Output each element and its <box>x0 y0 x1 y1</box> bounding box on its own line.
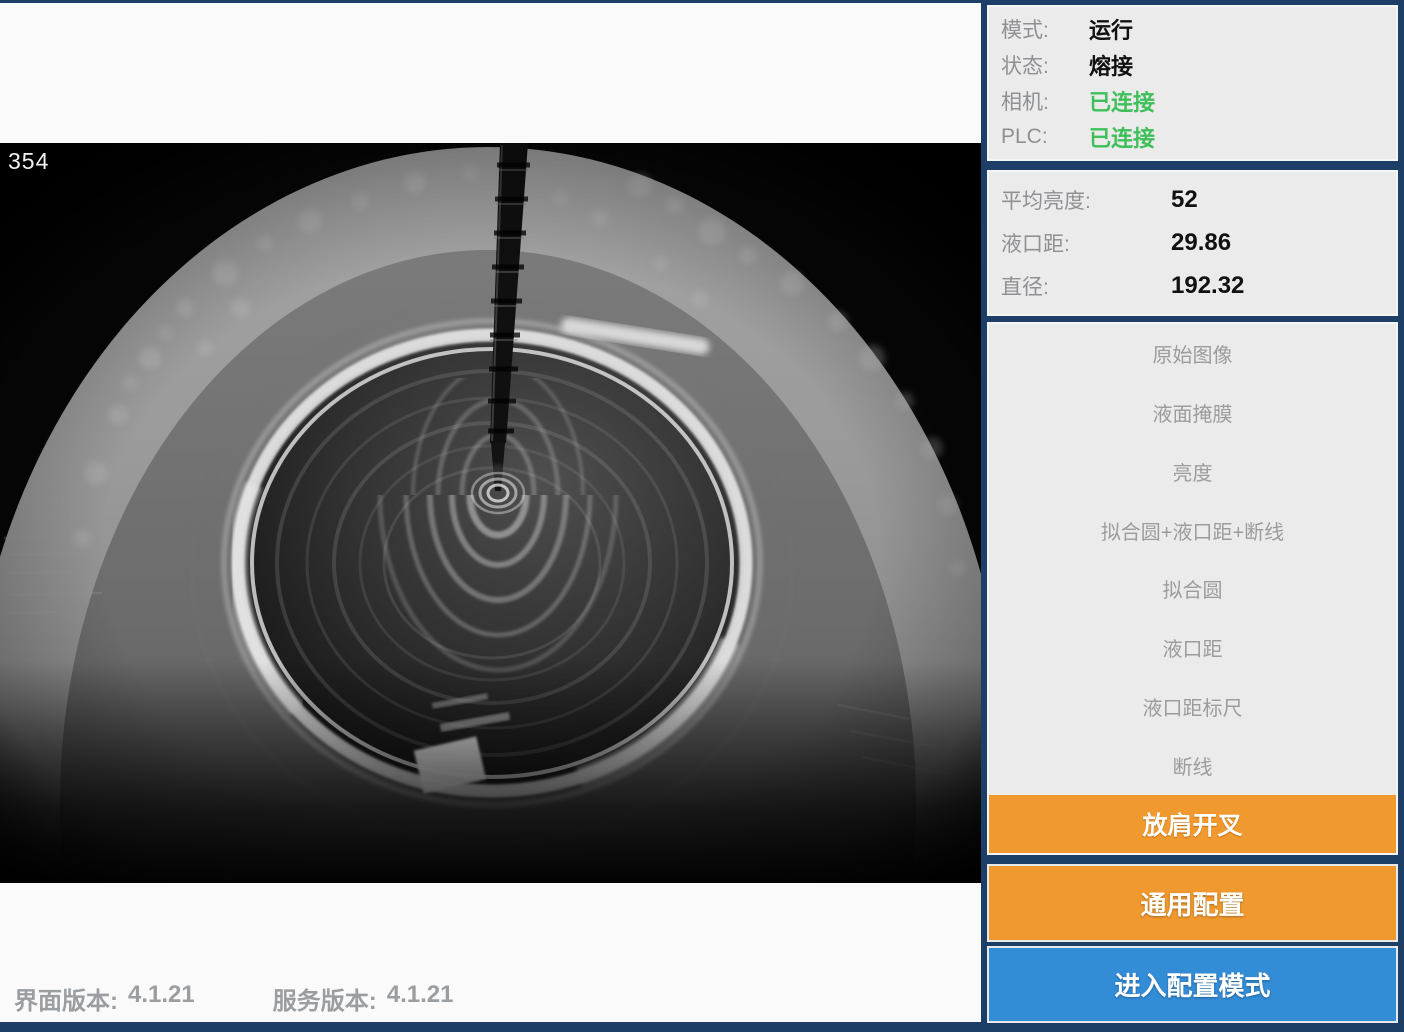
diameter-value: 192.32 <box>1171 272 1245 300</box>
state-label: 状态: <box>1001 55 1049 78</box>
camera-status-badge: 已连接 <box>1089 90 1156 115</box>
camera-label: 相机: <box>1001 91 1049 114</box>
diameter-label: 直径: <box>1001 276 1049 300</box>
service-version-value: 4.1.21 <box>386 981 454 1008</box>
measure-row-diameter: 直径: 192.32 <box>1001 271 1384 301</box>
view-mode-item-fit-gap-break[interactable]: 拟合圆+液口距+断线 <box>989 501 1396 560</box>
mode-label: 模式: <box>1001 19 1049 42</box>
avg-brightness-label: 平均亮度: <box>1001 189 1091 213</box>
status-row-mode: 模式: 运行 <box>1001 13 1384 45</box>
view-mode-item-raw-image[interactable]: 原始图像 <box>989 324 1396 383</box>
mode-value: 运行 <box>1089 18 1134 43</box>
ui-version: 界面版本: 4.1.21 <box>14 981 195 1016</box>
main-view-area: 354 界面版本: 4.1.21 服务版本: 4.1.21 <box>0 3 981 1022</box>
camera-feed: 354 <box>0 143 981 883</box>
measure-row-brightness: 平均亮度: 52 <box>1001 185 1384 215</box>
state-value: 熔接 <box>1089 54 1134 79</box>
service-version-label: 服务版本: <box>272 988 377 1015</box>
status-row-plc: PLC: 已连接 <box>1001 121 1384 153</box>
avg-brightness-value: 52 <box>1171 185 1198 213</box>
frame-number: 354 <box>8 148 50 174</box>
melt-gap-label: 液口距: <box>1001 232 1070 256</box>
status-row-camera: 相机: 已连接 <box>1001 85 1384 117</box>
camera-image <box>0 143 981 883</box>
view-mode-item-brightness[interactable]: 亮度 <box>989 442 1396 501</box>
view-mode-item-fit-circle[interactable]: 拟合圆 <box>989 560 1396 619</box>
status-row-state: 状态: 熔接 <box>1001 49 1384 81</box>
view-mode-panel: 原始图像 液面掩膜 亮度 拟合圆+液口距+断线 拟合圆 液口距 液口距标尺 断线… <box>987 322 1398 855</box>
melt-gap-value: 29.86 <box>1171 228 1232 256</box>
plc-status-badge: 已连接 <box>1089 126 1156 151</box>
ui-version-label: 界面版本: <box>14 988 118 1015</box>
measure-row-gap: 液口距: 29.86 <box>1001 228 1384 258</box>
bottom-fade-overlay <box>0 143 981 883</box>
view-mode-item-surface-mask[interactable]: 液面掩膜 <box>989 383 1396 442</box>
view-mode-item-line-break[interactable]: 断线 <box>989 736 1396 795</box>
plc-label: PLC: <box>1001 125 1048 148</box>
shoulder-fork-button[interactable]: 放肩开叉 <box>989 795 1396 853</box>
version-info: 界面版本: 4.1.21 服务版本: 4.1.21 <box>14 981 453 1016</box>
status-panel: 模式: 运行 状态: 熔接 相机: 已连接 PLC: 已连接 <box>987 5 1398 161</box>
general-config-button[interactable]: 通用配置 <box>987 864 1398 942</box>
view-mode-item-melt-gap[interactable]: 液口距 <box>989 618 1396 677</box>
app-window: { "camera": { "frame_number": "354" }, "… <box>0 0 1404 1032</box>
view-mode-item-gap-ruler[interactable]: 液口距标尺 <box>989 677 1396 736</box>
enter-config-mode-button[interactable]: 进入配置模式 <box>987 946 1398 1023</box>
measurements-panel: 平均亮度: 52 液口距: 29.86 直径: 192.32 <box>987 170 1398 316</box>
service-version: 服务版本: 4.1.21 <box>273 981 454 1016</box>
ui-version-value: 4.1.21 <box>128 981 195 1008</box>
